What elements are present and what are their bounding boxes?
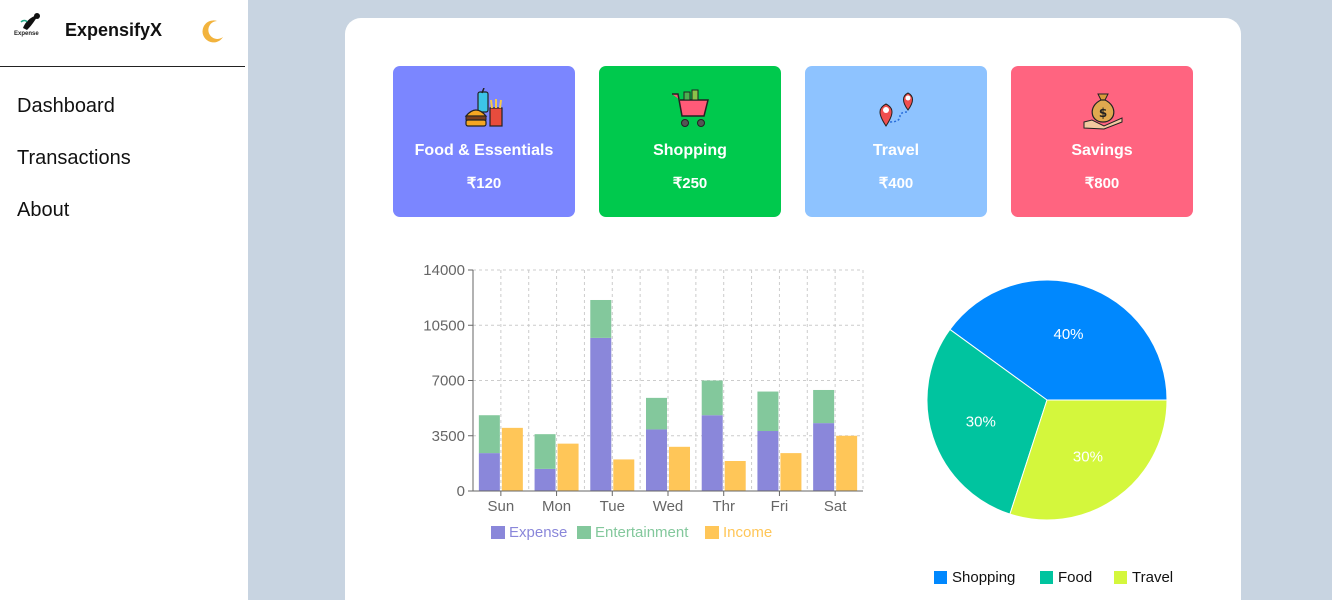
legend-swatch (934, 571, 947, 584)
y-tick-label: 7000 (432, 373, 465, 390)
legend-swatch (705, 526, 719, 539)
bar-entertainment[interactable] (701, 380, 723, 416)
legend-label: Shopping (952, 569, 1016, 586)
bar-expense[interactable] (534, 468, 556, 491)
legend-swatch (491, 526, 505, 539)
x-tick-label: Thr (712, 498, 735, 515)
bar-income[interactable] (780, 453, 802, 491)
moon-icon[interactable] (199, 19, 225, 45)
bar-income[interactable] (724, 461, 746, 491)
x-tick-label: Fri (771, 498, 789, 515)
pie-chart: 40% 30% 30% (926, 279, 1168, 521)
card-amount: ₹250 (672, 175, 708, 192)
app-name: ExpensifyX (65, 20, 163, 40)
bar-expense[interactable] (701, 415, 723, 491)
legend-item-entertainment[interactable]: Entertainment (577, 524, 688, 541)
x-tick-label: Tue (600, 498, 625, 515)
pie-slice-label: 40% (1053, 326, 1083, 343)
bar-entertainment[interactable] (813, 389, 835, 424)
shopping-cart-icon (672, 89, 709, 127)
card-shopping[interactable]: Shopping ₹250 (599, 66, 781, 217)
legend-label: Entertainment (595, 524, 689, 541)
bar-entertainment[interactable] (478, 415, 500, 454)
bar-expense[interactable] (757, 431, 779, 491)
nav-transactions[interactable]: Transactions (17, 147, 131, 170)
nav-dashboard[interactable]: Dashboard (17, 95, 115, 118)
logo-text: Expense (14, 31, 39, 37)
legend-item-shopping[interactable]: Shopping (934, 569, 1015, 586)
bar-entertainment[interactable] (646, 397, 667, 430)
bar-income[interactable] (836, 435, 858, 491)
nav-about[interactable]: About (17, 199, 69, 222)
card-label: Food & Essentials (414, 142, 554, 159)
legend-swatch (1040, 571, 1053, 584)
legend-item-expense[interactable]: Expense (491, 524, 567, 541)
y-tick-label: 3500 (432, 428, 465, 445)
brand-header: Expense ExpensifyX (0, 0, 245, 67)
pie-slice-label: 30% (966, 414, 996, 431)
card-savings[interactable]: $ Savings ₹800 (1011, 66, 1193, 217)
legend-label: Income (723, 524, 773, 541)
x-tick-label: Mon (542, 498, 571, 515)
card-label: Shopping (653, 142, 727, 159)
bar-income[interactable] (613, 459, 635, 491)
bar-income[interactable] (501, 427, 523, 491)
card-travel[interactable]: Travel ₹400 (805, 66, 987, 217)
card-label: Savings (1071, 142, 1133, 159)
svg-text:$: $ (1099, 106, 1107, 120)
map-pin-icon (879, 92, 913, 127)
card-food[interactable]: Food & Essentials ₹120 (393, 66, 575, 217)
logo-icon (20, 13, 40, 30)
bar-expense[interactable] (590, 337, 612, 491)
card-amount: ₹800 (1084, 175, 1120, 192)
legend-item-income[interactable]: Income (705, 524, 772, 541)
legend-item-food[interactable]: Food (1040, 569, 1092, 586)
bar-entertainment[interactable] (534, 434, 556, 469)
legend-swatch (1114, 571, 1127, 584)
card-amount: ₹120 (466, 175, 502, 192)
card-amount: ₹400 (878, 175, 914, 192)
bar-entertainment[interactable] (590, 299, 612, 338)
x-tick-label: Sun (488, 498, 515, 515)
y-tick-label: 10500 (423, 317, 465, 334)
bar-entertainment[interactable] (757, 391, 779, 432)
legend-swatch (577, 526, 591, 539)
food-icon (464, 88, 503, 127)
bar-expense[interactable] (646, 429, 667, 491)
y-tick-label: 14000 (423, 262, 465, 279)
bar-income[interactable] (669, 446, 690, 491)
sidebar: Expense ExpensifyX Dashboard Transaction… (0, 0, 248, 600)
bar-chart: 0 3500 7000 10500 14000 Sun Mon Tue Wed Thr Fri Sat (423, 262, 864, 515)
x-tick-label: Wed (653, 498, 684, 515)
y-tick-label: 0 (457, 483, 465, 500)
legend-label: Travel (1132, 569, 1174, 586)
pie-slice-label: 30% (1073, 448, 1103, 465)
card-label: Travel (872, 142, 920, 159)
bar-expense[interactable] (813, 423, 835, 491)
x-tick-label: Sat (824, 498, 847, 515)
bar-expense[interactable] (478, 453, 500, 491)
bar-income[interactable] (557, 443, 579, 491)
legend-label: Expense (509, 524, 568, 541)
money-bag-icon: $ (1083, 93, 1123, 130)
legend-item-travel[interactable]: Travel (1114, 569, 1173, 586)
legend-label: Food (1058, 569, 1093, 586)
